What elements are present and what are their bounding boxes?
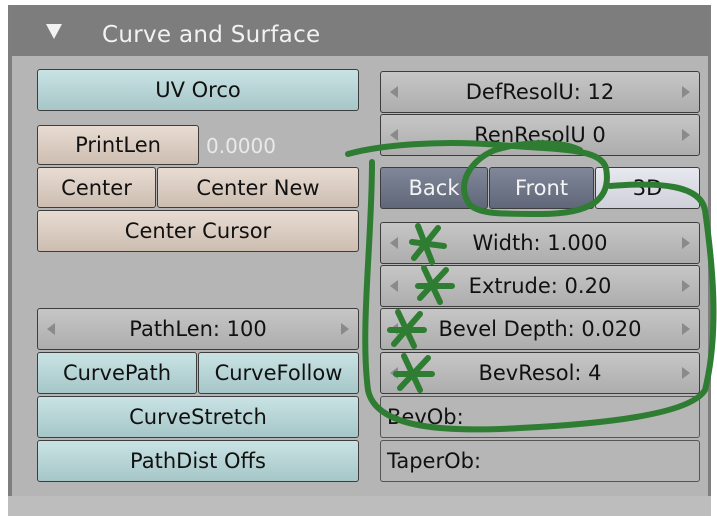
- panel-header[interactable]: Curve and Surface: [12, 6, 708, 56]
- renresolu-field[interactable]: RenResolU 0: [380, 114, 700, 156]
- bevresol-label: BevResol: 4: [478, 361, 602, 385]
- extrude-label: Extrude: 0.20: [468, 274, 612, 298]
- increment-arrow-icon[interactable]: [682, 323, 690, 335]
- bevel-depth-label: Bevel Depth: 0.020: [438, 317, 642, 341]
- decrement-arrow-icon[interactable]: [390, 323, 398, 335]
- decrement-arrow-icon[interactable]: [390, 129, 398, 141]
- printlen-button[interactable]: PrintLen: [37, 125, 199, 165]
- front-toggle[interactable]: Front: [489, 167, 594, 209]
- decrement-arrow-icon[interactable]: [390, 237, 398, 249]
- extrude-field[interactable]: Extrude: 0.20: [380, 265, 700, 307]
- bevresol-field[interactable]: BevResol: 4: [380, 352, 700, 394]
- screenshot-frame: Curve and Surface UV Orco PrintLen 0.000…: [0, 0, 717, 516]
- decrement-arrow-icon[interactable]: [390, 86, 398, 98]
- width-label: Width: 1.000: [472, 231, 608, 255]
- panel-title: Curve and Surface: [102, 22, 321, 48]
- curvestretch-button[interactable]: CurveStretch: [37, 396, 359, 438]
- back-toggle[interactable]: Back: [380, 167, 488, 209]
- width-field[interactable]: Width: 1.000: [380, 222, 700, 264]
- increment-arrow-icon[interactable]: [682, 237, 690, 249]
- defresolu-field[interactable]: DefResolU: 12: [380, 71, 700, 113]
- pathlen-field[interactable]: PathLen: 100: [37, 308, 359, 350]
- increment-arrow-icon[interactable]: [682, 129, 690, 141]
- decrement-arrow-icon[interactable]: [390, 280, 398, 292]
- center-button[interactable]: Center: [37, 167, 156, 208]
- bevob-field[interactable]: BevOb:: [380, 396, 700, 438]
- uv-orco-button[interactable]: UV Orco: [37, 69, 359, 111]
- 3d-toggle[interactable]: 3D: [595, 167, 700, 209]
- printlen-value: 0.0000: [206, 134, 276, 158]
- defresolu-label: DefResolU: 12: [465, 80, 615, 104]
- pathlen-label: PathLen: 100: [129, 317, 267, 341]
- taperob-field[interactable]: TaperOb:: [380, 440, 700, 482]
- curvepath-button[interactable]: CurvePath: [37, 352, 197, 394]
- increment-arrow-icon[interactable]: [682, 86, 690, 98]
- panel-bottom-strip: [8, 496, 711, 516]
- curvefollow-button[interactable]: CurveFollow: [198, 352, 359, 394]
- increment-arrow-icon[interactable]: [341, 323, 349, 335]
- center-cursor-button[interactable]: Center Cursor: [37, 210, 359, 252]
- triangle-down-icon[interactable]: [46, 24, 62, 39]
- renresolu-label: RenResolU 0: [474, 123, 606, 147]
- increment-arrow-icon[interactable]: [682, 280, 690, 292]
- decrement-arrow-icon[interactable]: [47, 323, 55, 335]
- center-new-button[interactable]: Center New: [157, 167, 359, 208]
- increment-arrow-icon[interactable]: [682, 367, 690, 379]
- decrement-arrow-icon[interactable]: [390, 367, 398, 379]
- bevel-depth-field[interactable]: Bevel Depth: 0.020: [380, 308, 700, 350]
- pathdist-offs-button[interactable]: PathDist Offs: [37, 440, 359, 482]
